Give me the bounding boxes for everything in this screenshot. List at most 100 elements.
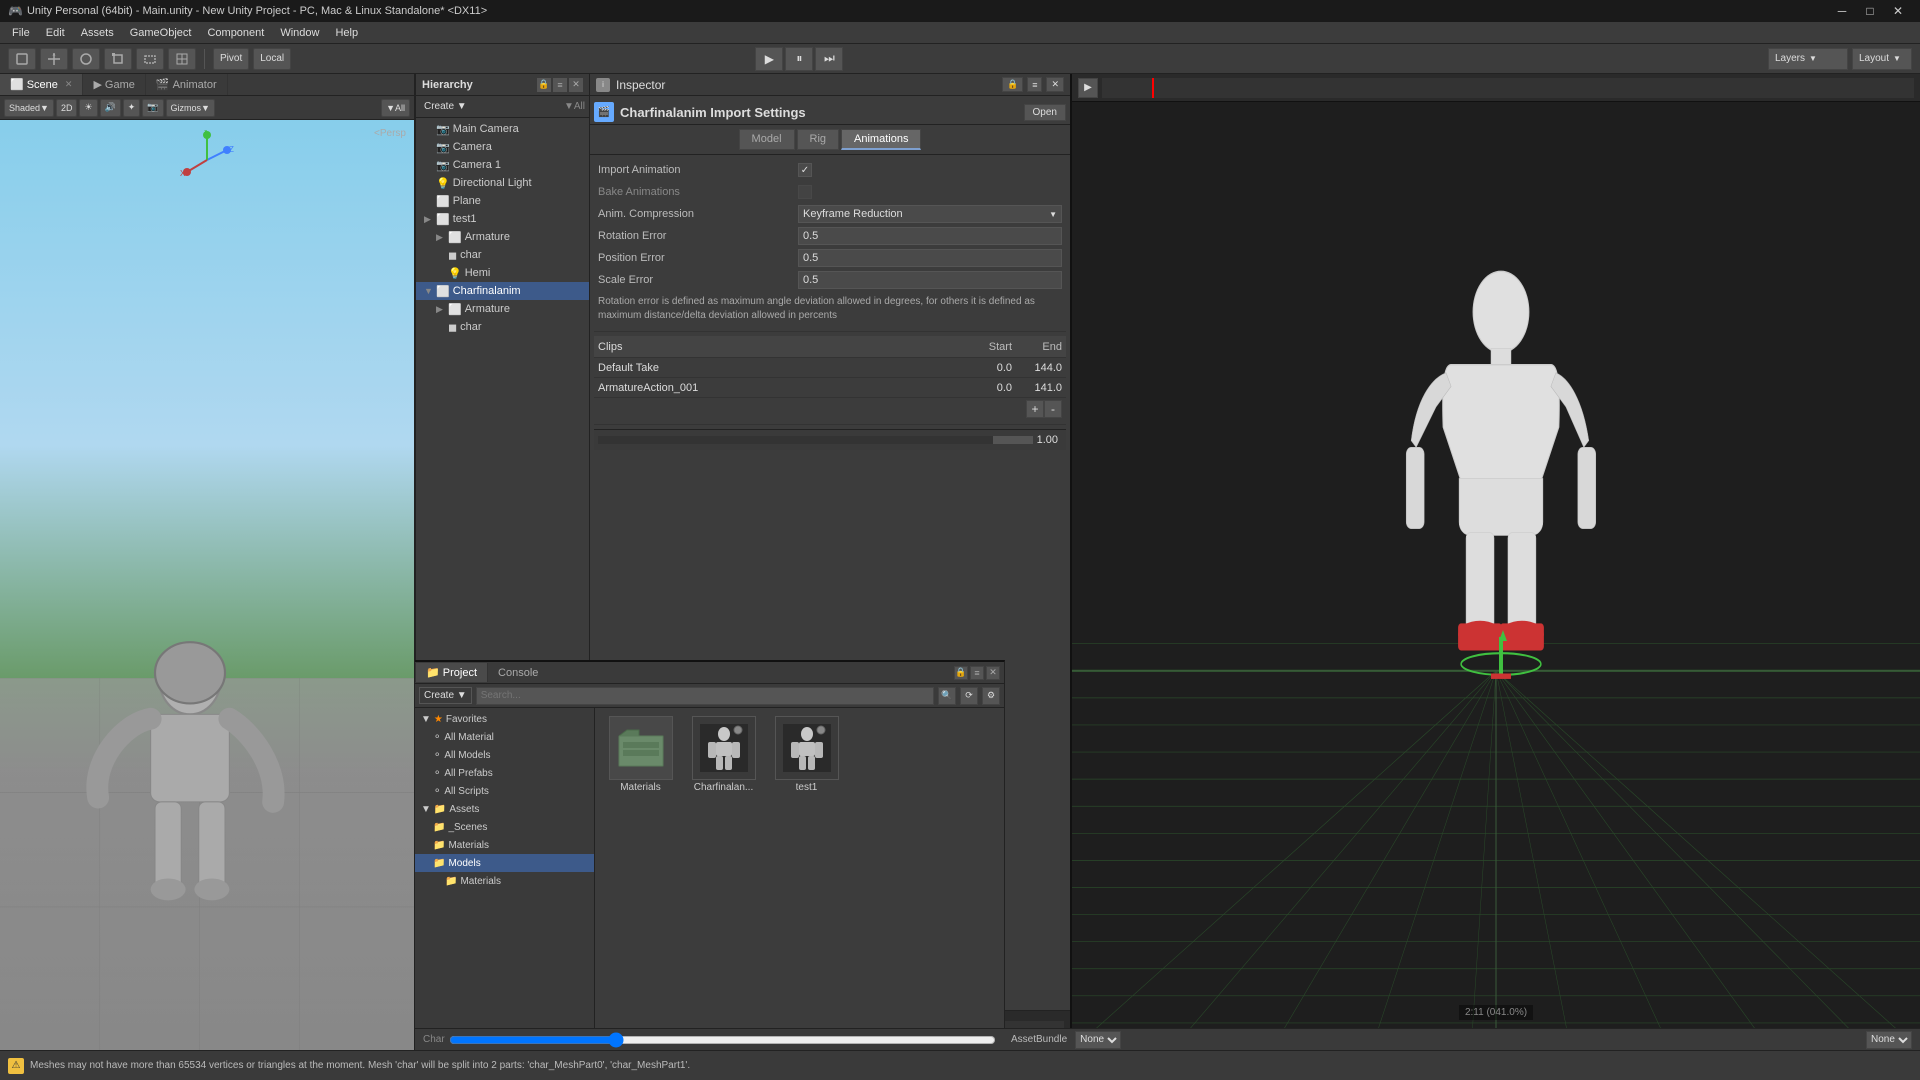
move-tool-button[interactable] bbox=[40, 48, 68, 70]
hierarchy-lock-button[interactable]: 🔒 bbox=[537, 78, 551, 92]
project-settings-button[interactable]: ⚙ bbox=[982, 687, 1000, 705]
position-error-value[interactable]: 0.5 bbox=[798, 249, 1062, 267]
hierarchy-close-button[interactable]: ✕ bbox=[569, 78, 583, 92]
clip-row-default[interactable]: Default Take 0.0 144.0 bbox=[594, 358, 1066, 378]
tree-item-directional-light[interactable]: 💡 Directional Light bbox=[416, 174, 589, 192]
asset-materials-folder[interactable]: Materials bbox=[603, 716, 678, 793]
sidebar-scenes[interactable]: 📁 _Scenes bbox=[415, 818, 594, 836]
audio-button[interactable]: 🔊 bbox=[100, 99, 121, 117]
hierarchy-menu-button[interactable]: ≡ bbox=[553, 78, 567, 92]
sidebar-models-materials[interactable]: 📁 Materials bbox=[415, 872, 594, 890]
project-menu-button[interactable]: ≡ bbox=[970, 666, 984, 680]
pivot-button[interactable]: Pivot bbox=[213, 48, 249, 70]
rotation-error-value[interactable]: 0.5 bbox=[798, 227, 1062, 245]
scene-tab-close[interactable]: ✕ bbox=[65, 79, 73, 90]
clip-row-armature[interactable]: ArmatureAction_001 0.0 141.0 bbox=[594, 378, 1066, 398]
menu-component[interactable]: Component bbox=[199, 25, 272, 41]
tab-animations[interactable]: Animations bbox=[841, 129, 921, 150]
open-button[interactable]: Open bbox=[1024, 104, 1066, 121]
menu-edit[interactable]: Edit bbox=[38, 25, 73, 41]
project-search-input[interactable] bbox=[476, 687, 934, 705]
tree-item-camera[interactable]: 📷 Camera bbox=[416, 138, 589, 156]
sidebar-all-material[interactable]: ⚬ All Material bbox=[415, 728, 594, 746]
sidebar-all-scripts[interactable]: ⚬ All Scripts bbox=[415, 782, 594, 800]
assetbundle-variant-dropdown[interactable]: None bbox=[1866, 1031, 1912, 1049]
tree-item-test1[interactable]: ▶ ⬜ test1 bbox=[416, 210, 589, 228]
2d-button[interactable]: 2D bbox=[56, 99, 78, 117]
gizmos-button[interactable]: Gizmos▼ bbox=[166, 99, 215, 117]
inspector-close-button[interactable]: ✕ bbox=[1046, 77, 1064, 92]
shaded-dropdown[interactable]: Shaded▼ bbox=[4, 99, 54, 117]
local-button[interactable]: Local bbox=[253, 48, 291, 70]
tree-item-hemi[interactable]: 💡 Hemi bbox=[416, 264, 589, 282]
clip-remove-button[interactable]: - bbox=[1044, 400, 1062, 418]
project-create-button[interactable]: Create ▼ bbox=[419, 687, 472, 704]
tree-item-char1[interactable]: ◼ char bbox=[416, 246, 589, 264]
menu-gameobject[interactable]: GameObject bbox=[122, 25, 200, 41]
asset-charfinalanim[interactable]: Charfinalan... bbox=[686, 716, 761, 793]
rotate-tool-button[interactable] bbox=[72, 48, 100, 70]
sidebar-favorites[interactable]: ▼ ★ Favorites bbox=[415, 710, 594, 728]
play-button[interactable]: ▶ bbox=[755, 47, 783, 71]
scale-tool-button[interactable] bbox=[104, 48, 132, 70]
tab-scene[interactable]: ⬜ Scene ✕ bbox=[0, 74, 83, 95]
project-close-button[interactable]: ✕ bbox=[986, 666, 1000, 680]
tree-item-charfinalanim[interactable]: ▼ ⬜ Charfinalanim bbox=[416, 282, 589, 300]
tab-console[interactable]: Console bbox=[488, 664, 548, 682]
sidebar-assets[interactable]: ▼ 📁 Assets bbox=[415, 800, 594, 818]
tree-item-camera1[interactable]: 📷 Camera 1 bbox=[416, 156, 589, 174]
close-button[interactable]: ✕ bbox=[1884, 0, 1912, 22]
viewport-timeline[interactable] bbox=[1102, 78, 1914, 98]
bake-animations-checkbox[interactable] bbox=[798, 185, 812, 199]
tree-item-char2[interactable]: ◼ char bbox=[416, 318, 589, 336]
hand-tool-button[interactable] bbox=[8, 48, 36, 70]
fx-button[interactable]: ✦ bbox=[123, 99, 141, 117]
step-button[interactable]: ⏭ bbox=[815, 47, 843, 71]
tab-game[interactable]: ▶ Game bbox=[83, 74, 145, 95]
sidebar-all-models[interactable]: ⚬ All Models bbox=[415, 746, 594, 764]
menu-window[interactable]: Window bbox=[272, 25, 327, 41]
sidebar-models[interactable]: 📁 Models bbox=[415, 854, 594, 872]
viewport-play-button[interactable]: ▶ bbox=[1078, 78, 1098, 98]
tree-item-armature1[interactable]: ▶ ⬜ Armature bbox=[416, 228, 589, 246]
menu-assets[interactable]: Assets bbox=[73, 25, 122, 41]
tab-animator[interactable]: 🎬 Animator bbox=[146, 74, 228, 95]
menu-help[interactable]: Help bbox=[327, 25, 366, 41]
tree-item-armature2[interactable]: ▶ ⬜ Armature bbox=[416, 300, 589, 318]
clip-add-button[interactable]: + bbox=[1026, 400, 1044, 418]
project-sync-button[interactable]: ⟳ bbox=[960, 687, 978, 705]
tab-project[interactable]: 📁 Project bbox=[415, 663, 488, 682]
layout-dropdown[interactable]: Layout ▼ bbox=[1852, 48, 1912, 70]
tab-model[interactable]: Model bbox=[739, 129, 795, 150]
sidebar-materials[interactable]: 📁 Materials bbox=[415, 836, 594, 854]
project-lock-button[interactable]: 🔒 bbox=[954, 666, 968, 680]
project-zoom-slider[interactable] bbox=[449, 1034, 996, 1046]
inspector-menu-button[interactable]: ≡ bbox=[1027, 77, 1042, 92]
maximize-button[interactable]: □ bbox=[1856, 0, 1884, 22]
project-search-button[interactable]: 🔍 bbox=[938, 687, 956, 705]
tab-rig[interactable]: Rig bbox=[797, 129, 840, 150]
sidebar-all-prefabs[interactable]: ⚬ All Prefabs bbox=[415, 764, 594, 782]
scene-view[interactable]: Z Y X <Persp bbox=[0, 120, 414, 1050]
hierarchy-create-button[interactable]: Create ▼ bbox=[420, 99, 471, 114]
lighting-button[interactable]: ☀ bbox=[79, 99, 97, 117]
minimize-button[interactable]: ─ bbox=[1828, 0, 1856, 22]
assetbundle-dropdown[interactable]: None bbox=[1075, 1031, 1121, 1049]
import-animation-checkbox[interactable] bbox=[798, 163, 812, 177]
tree-item-main-camera[interactable]: 📷 Main Camera bbox=[416, 120, 589, 138]
layers-dropdown[interactable]: Layers ▼ bbox=[1768, 48, 1848, 70]
all-button[interactable]: ▼All bbox=[381, 99, 410, 117]
pause-button[interactable]: ⏸ bbox=[785, 47, 813, 71]
anim-compression-row: Anim. Compression Keyframe Reduction ▼ bbox=[594, 203, 1066, 225]
multi-tool-button[interactable] bbox=[168, 48, 196, 70]
anim-compression-dropdown[interactable]: Keyframe Reduction ▼ bbox=[798, 205, 1062, 223]
inspector-lock-button[interactable]: 🔒 bbox=[1002, 77, 1023, 92]
scene-camera-button[interactable]: 📷 bbox=[142, 99, 163, 117]
tree-item-plane[interactable]: ⬜ Plane bbox=[416, 192, 589, 210]
asset-test1[interactable]: test1 bbox=[769, 716, 844, 793]
menu-file[interactable]: File bbox=[4, 25, 38, 41]
timeline-scrollbar[interactable] bbox=[598, 436, 1033, 444]
viewport-body[interactable]: 2:11 (041.0%) ⚙ bbox=[1072, 102, 1920, 1050]
scale-error-value[interactable]: 0.5 bbox=[798, 271, 1062, 289]
rect-tool-button[interactable] bbox=[136, 48, 164, 70]
